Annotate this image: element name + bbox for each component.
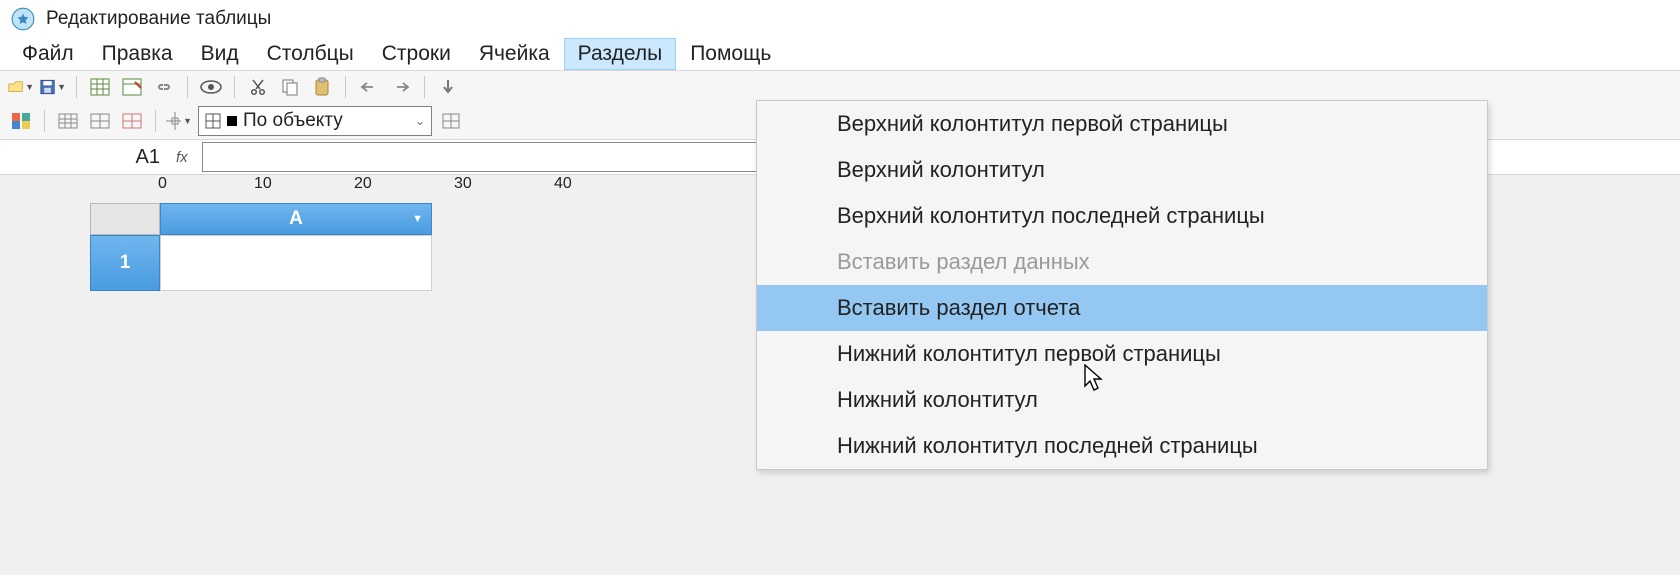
grid-small-icon xyxy=(205,113,221,129)
dd-header[interactable]: Верхний колонтитул xyxy=(757,147,1487,193)
undo-icon[interactable] xyxy=(356,74,382,100)
title-bar: Редактирование таблицы xyxy=(0,0,1680,38)
toolbar-main xyxy=(0,70,1680,103)
fx-label: fx xyxy=(176,149,188,166)
chevron-down-icon[interactable]: ▼ xyxy=(412,213,423,225)
cell-name-box[interactable]: A1 xyxy=(100,146,166,169)
grid-corner[interactable] xyxy=(90,203,160,235)
paste-icon[interactable] xyxy=(309,74,335,100)
fit-mode-label: По объекту xyxy=(243,110,343,132)
menu-cell[interactable]: Ячейка xyxy=(465,38,564,70)
save-button[interactable] xyxy=(40,74,66,100)
redo-icon[interactable] xyxy=(388,74,414,100)
open-button[interactable] xyxy=(8,74,34,100)
copy-icon[interactable] xyxy=(277,74,303,100)
menu-sections[interactable]: Разделы xyxy=(564,38,677,70)
table-icon[interactable] xyxy=(87,74,113,100)
dd-insert-data-section: Вставить раздел данных xyxy=(757,239,1487,285)
cell-a1[interactable] xyxy=(160,235,432,291)
menu-view[interactable]: Вид xyxy=(187,38,253,70)
row-header-1[interactable]: 1 xyxy=(90,235,160,291)
dd-header-first-page[interactable]: Верхний колонтитул первой страницы xyxy=(757,101,1487,147)
export-icon[interactable] xyxy=(119,74,145,100)
chevron-down-icon: ⌄ xyxy=(415,114,425,128)
column-header-a[interactable]: A ▼ xyxy=(160,203,432,235)
menu-rows[interactable]: Строки xyxy=(368,38,465,70)
ruler-tick: 30 xyxy=(454,175,472,193)
ruler-tick: 40 xyxy=(554,175,572,193)
dd-insert-report-section[interactable]: Вставить раздел отчета xyxy=(757,285,1487,331)
sep xyxy=(76,76,77,98)
dd-footer-last-page[interactable]: Нижний колонтитул последней страницы xyxy=(757,423,1487,469)
sep xyxy=(234,76,235,98)
menu-edit[interactable]: Правка xyxy=(88,38,187,70)
ruler-tick: 0 xyxy=(158,175,167,193)
sep xyxy=(187,76,188,98)
ruler-tick: 10 xyxy=(254,175,272,193)
vertical-ruler xyxy=(60,203,90,291)
black-square-icon xyxy=(227,116,237,126)
preview-icon[interactable] xyxy=(198,74,224,100)
menu-columns[interactable]: Столбцы xyxy=(253,38,368,70)
palette-icon[interactable] xyxy=(8,108,34,134)
target-icon[interactable] xyxy=(166,108,192,134)
fit-mode-combo[interactable]: По объекту ⌄ xyxy=(198,106,432,136)
grid4-icon[interactable] xyxy=(438,108,464,134)
cut-icon[interactable] xyxy=(245,74,271,100)
column-header-label: A xyxy=(289,208,303,230)
arrow-down-icon[interactable] xyxy=(435,74,461,100)
menu-file[interactable]: Файл xyxy=(8,38,88,70)
grid3-icon[interactable] xyxy=(119,108,145,134)
sections-dropdown: Верхний колонтитул первой страницы Верхн… xyxy=(756,100,1488,470)
sep xyxy=(345,76,346,98)
sep xyxy=(424,76,425,98)
ruler-tick: 20 xyxy=(354,175,372,193)
menu-help[interactable]: Помощь xyxy=(676,38,785,70)
grid2-icon[interactable] xyxy=(87,108,113,134)
link-icon[interactable] xyxy=(151,74,177,100)
sep xyxy=(155,110,156,132)
dd-footer[interactable]: Нижний колонтитул xyxy=(757,377,1487,423)
grid1-icon[interactable] xyxy=(55,108,81,134)
menu-bar: Файл Правка Вид Столбцы Строки Ячейка Ра… xyxy=(0,38,1680,70)
dd-header-last-page[interactable]: Верхний колонтитул последней страницы xyxy=(757,193,1487,239)
app-gear-icon xyxy=(10,6,36,32)
sep xyxy=(44,110,45,132)
dd-footer-first-page[interactable]: Нижний колонтитул первой страницы xyxy=(757,331,1487,377)
window-title: Редактирование таблицы xyxy=(46,8,271,30)
